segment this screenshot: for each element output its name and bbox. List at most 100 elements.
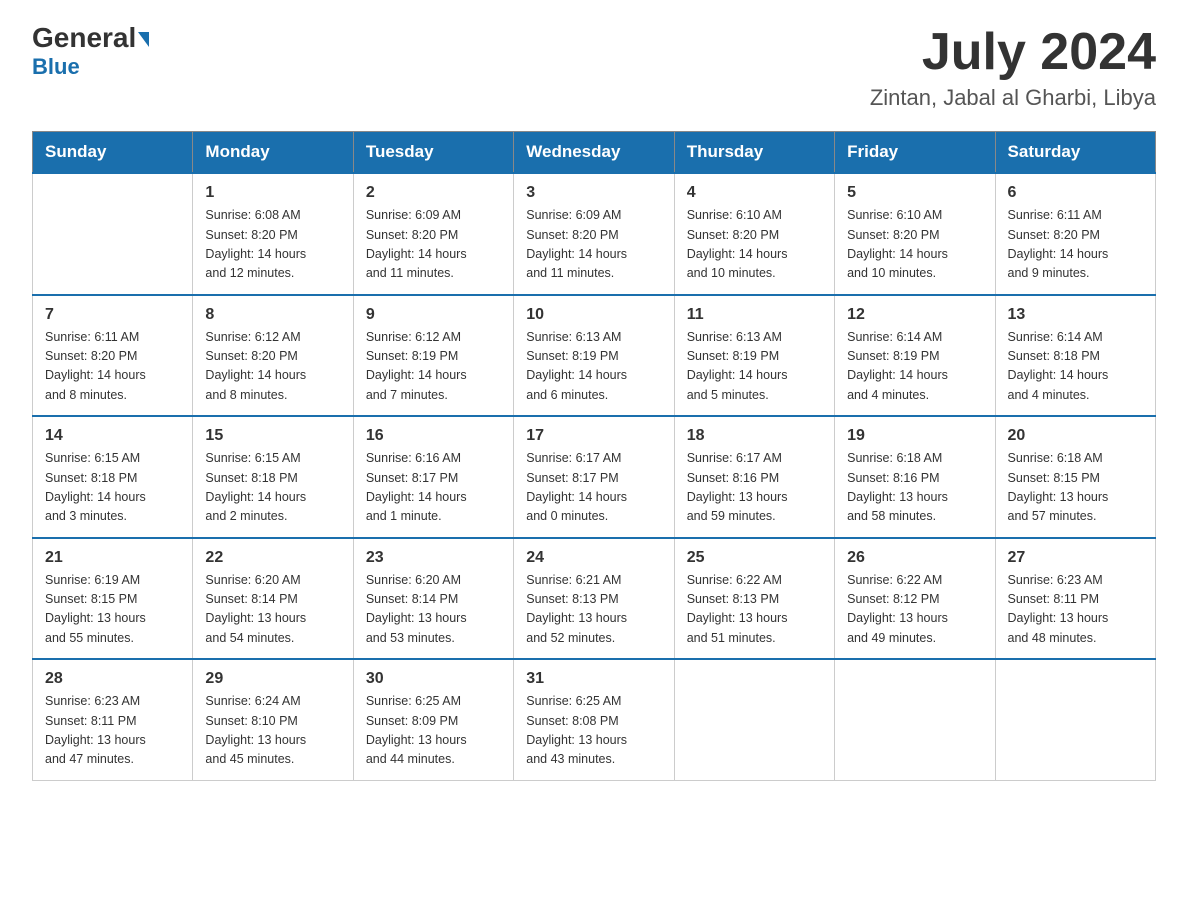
calendar-cell: 12Sunrise: 6:14 AM Sunset: 8:19 PM Dayli…	[835, 295, 995, 417]
calendar-cell: 29 Sunrise: 6:24 AM Sunset: 8:10 PM Dayli…	[193, 659, 353, 780]
day-info: Sunrise: 6:09 AM Sunset: 8:20 PM Dayligh…	[366, 206, 501, 284]
day-info: Sunrise: 6:25 AM Sunset: 8:09 PM Dayligh…	[366, 692, 501, 770]
day-number: 1	[205, 184, 340, 202]
calendar-cell	[674, 659, 834, 780]
calendar-cell: 2 Sunrise: 6:09 AM Sunset: 8:20 PM Daylig…	[353, 173, 513, 295]
day-number: 6	[1008, 184, 1143, 202]
day-number: 24	[526, 549, 661, 567]
day-number: 7	[45, 306, 180, 324]
location-title: Zintan, Jabal al Gharbi, Libya	[870, 85, 1156, 111]
day-number: 16	[366, 427, 501, 445]
calendar-cell	[835, 659, 995, 780]
calendar-header-monday: Monday	[193, 132, 353, 174]
calendar-cell: 6 Sunrise: 6:11 AM Sunset: 8:20 PM Daylig…	[995, 173, 1155, 295]
day-number: 30	[366, 670, 501, 688]
day-info: Sunrise: 6:16 AM Sunset: 8:17 PM Dayligh…	[366, 449, 501, 527]
day-info: Sunrise: 6:17 AM Sunset: 8:16 PM Dayligh…	[687, 449, 822, 527]
day-info: Sunrise: 6:11 AM Sunset: 8:20 PM Dayligh…	[1008, 206, 1143, 284]
calendar-cell: 20 Sunrise: 6:18 AM Sunset: 8:15 PM Dayli…	[995, 416, 1155, 538]
day-number: 19	[847, 427, 982, 445]
calendar-cell: 30 Sunrise: 6:25 AM Sunset: 8:09 PM Dayli…	[353, 659, 513, 780]
calendar-header-thursday: Thursday	[674, 132, 834, 174]
calendar-cell: 8Sunrise: 6:12 AM Sunset: 8:20 PM Daylig…	[193, 295, 353, 417]
day-number: 31	[526, 670, 661, 688]
day-number: 21	[45, 549, 180, 567]
day-number: 10	[526, 306, 661, 324]
day-info: Sunrise: 6:10 AM Sunset: 8:20 PM Dayligh…	[847, 206, 982, 284]
calendar-cell: 16 Sunrise: 6:16 AM Sunset: 8:17 PM Dayli…	[353, 416, 513, 538]
calendar-week-row: 21Sunrise: 6:19 AM Sunset: 8:15 PM Dayli…	[33, 538, 1156, 660]
day-number: 8	[205, 306, 340, 324]
calendar-cell: 22Sunrise: 6:20 AM Sunset: 8:14 PM Dayli…	[193, 538, 353, 660]
calendar-cell: 5 Sunrise: 6:10 AM Sunset: 8:20 PM Daylig…	[835, 173, 995, 295]
day-info: Sunrise: 6:08 AM Sunset: 8:20 PM Dayligh…	[205, 206, 340, 284]
day-number: 2	[366, 184, 501, 202]
day-info: Sunrise: 6:13 AM Sunset: 8:19 PM Dayligh…	[526, 328, 661, 406]
day-info: Sunrise: 6:15 AM Sunset: 8:18 PM Dayligh…	[205, 449, 340, 527]
day-number: 4	[687, 184, 822, 202]
calendar-cell: 19 Sunrise: 6:18 AM Sunset: 8:16 PM Dayli…	[835, 416, 995, 538]
day-number: 28	[45, 670, 180, 688]
calendar-week-row: 1 Sunrise: 6:08 AM Sunset: 8:20 PM Daylig…	[33, 173, 1156, 295]
calendar-header-tuesday: Tuesday	[353, 132, 513, 174]
title-area: July 2024 Zintan, Jabal al Gharbi, Libya	[870, 24, 1156, 111]
calendar-cell: 17 Sunrise: 6:17 AM Sunset: 8:17 PM Dayli…	[514, 416, 674, 538]
calendar-week-row: 7Sunrise: 6:11 AM Sunset: 8:20 PM Daylig…	[33, 295, 1156, 417]
day-info: Sunrise: 6:15 AM Sunset: 8:18 PM Dayligh…	[45, 449, 180, 527]
day-number: 29	[205, 670, 340, 688]
calendar-week-row: 28 Sunrise: 6:23 AM Sunset: 8:11 PM Dayli…	[33, 659, 1156, 780]
calendar-cell: 24 Sunrise: 6:21 AM Sunset: 8:13 PM Dayli…	[514, 538, 674, 660]
day-number: 18	[687, 427, 822, 445]
calendar-cell: 1 Sunrise: 6:08 AM Sunset: 8:20 PM Daylig…	[193, 173, 353, 295]
logo-general: General	[32, 24, 149, 52]
calendar-cell: 9Sunrise: 6:12 AM Sunset: 8:19 PM Daylig…	[353, 295, 513, 417]
calendar-cell: 27 Sunrise: 6:23 AM Sunset: 8:11 PM Dayli…	[995, 538, 1155, 660]
calendar-cell: 4 Sunrise: 6:10 AM Sunset: 8:20 PM Daylig…	[674, 173, 834, 295]
calendar-cell: 3 Sunrise: 6:09 AM Sunset: 8:20 PM Daylig…	[514, 173, 674, 295]
day-number: 15	[205, 427, 340, 445]
calendar-cell: 14 Sunrise: 6:15 AM Sunset: 8:18 PM Dayli…	[33, 416, 193, 538]
day-info: Sunrise: 6:17 AM Sunset: 8:17 PM Dayligh…	[526, 449, 661, 527]
day-info: Sunrise: 6:23 AM Sunset: 8:11 PM Dayligh…	[45, 692, 180, 770]
calendar-cell: 31Sunrise: 6:25 AM Sunset: 8:08 PM Dayli…	[514, 659, 674, 780]
calendar-week-row: 14 Sunrise: 6:15 AM Sunset: 8:18 PM Dayli…	[33, 416, 1156, 538]
calendar-cell: 21Sunrise: 6:19 AM Sunset: 8:15 PM Dayli…	[33, 538, 193, 660]
day-info: Sunrise: 6:20 AM Sunset: 8:14 PM Dayligh…	[366, 571, 501, 649]
day-info: Sunrise: 6:10 AM Sunset: 8:20 PM Dayligh…	[687, 206, 822, 284]
day-info: Sunrise: 6:13 AM Sunset: 8:19 PM Dayligh…	[687, 328, 822, 406]
day-number: 14	[45, 427, 180, 445]
day-info: Sunrise: 6:18 AM Sunset: 8:16 PM Dayligh…	[847, 449, 982, 527]
calendar-table: SundayMondayTuesdayWednesdayThursdayFrid…	[32, 131, 1156, 781]
day-number: 13	[1008, 306, 1143, 324]
day-info: Sunrise: 6:21 AM Sunset: 8:13 PM Dayligh…	[526, 571, 661, 649]
month-title: July 2024	[870, 24, 1156, 81]
calendar-cell: 28 Sunrise: 6:23 AM Sunset: 8:11 PM Dayli…	[33, 659, 193, 780]
calendar-cell	[995, 659, 1155, 780]
calendar-cell: 11Sunrise: 6:13 AM Sunset: 8:19 PM Dayli…	[674, 295, 834, 417]
calendar-cell: 23Sunrise: 6:20 AM Sunset: 8:14 PM Dayli…	[353, 538, 513, 660]
day-number: 25	[687, 549, 822, 567]
day-number: 17	[526, 427, 661, 445]
calendar-cell: 13 Sunrise: 6:14 AM Sunset: 8:18 PM Dayli…	[995, 295, 1155, 417]
calendar-cell: 25 Sunrise: 6:22 AM Sunset: 8:13 PM Dayli…	[674, 538, 834, 660]
day-info: Sunrise: 6:09 AM Sunset: 8:20 PM Dayligh…	[526, 206, 661, 284]
day-info: Sunrise: 6:22 AM Sunset: 8:13 PM Dayligh…	[687, 571, 822, 649]
day-number: 22	[205, 549, 340, 567]
calendar-cell: 10 Sunrise: 6:13 AM Sunset: 8:19 PM Dayli…	[514, 295, 674, 417]
calendar-cell: 18 Sunrise: 6:17 AM Sunset: 8:16 PM Dayli…	[674, 416, 834, 538]
calendar-cell	[33, 173, 193, 295]
day-number: 3	[526, 184, 661, 202]
day-number: 12	[847, 306, 982, 324]
day-info: Sunrise: 6:18 AM Sunset: 8:15 PM Dayligh…	[1008, 449, 1143, 527]
day-info: Sunrise: 6:23 AM Sunset: 8:11 PM Dayligh…	[1008, 571, 1143, 649]
logo-blue: Blue	[32, 54, 80, 80]
day-info: Sunrise: 6:14 AM Sunset: 8:18 PM Dayligh…	[1008, 328, 1143, 406]
day-info: Sunrise: 6:24 AM Sunset: 8:10 PM Dayligh…	[205, 692, 340, 770]
day-number: 5	[847, 184, 982, 202]
day-number: 20	[1008, 427, 1143, 445]
day-info: Sunrise: 6:12 AM Sunset: 8:19 PM Dayligh…	[366, 328, 501, 406]
day-number: 27	[1008, 549, 1143, 567]
calendar-header-wednesday: Wednesday	[514, 132, 674, 174]
logo: General Blue	[32, 24, 149, 80]
calendar-header-row: SundayMondayTuesdayWednesdayThursdayFrid…	[33, 132, 1156, 174]
